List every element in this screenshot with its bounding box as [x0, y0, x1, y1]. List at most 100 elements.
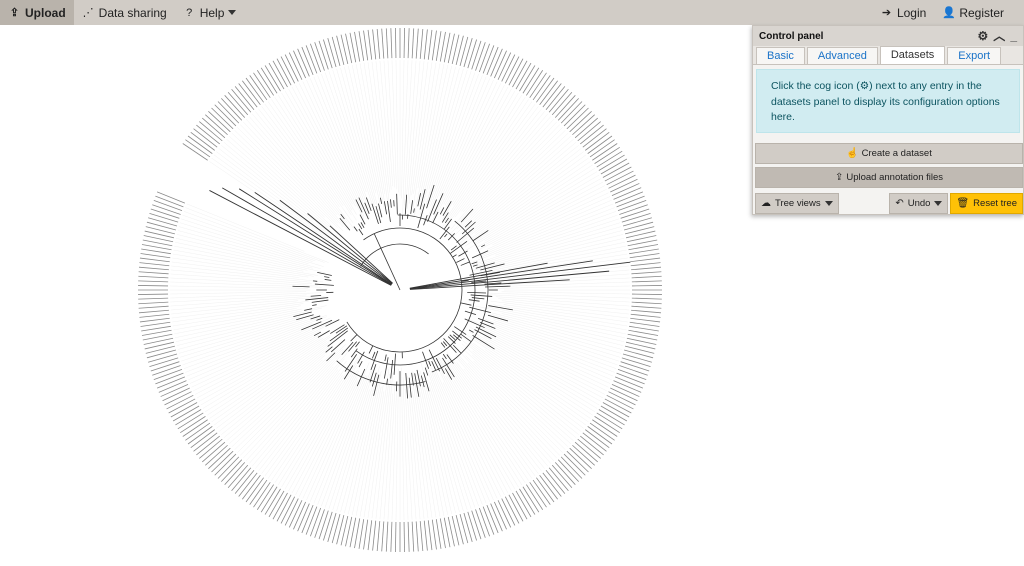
leaf-label-mark [214, 104, 237, 127]
leaf-label-mark [566, 107, 589, 130]
leaf-label-mark [532, 75, 551, 101]
leaf-label-mark [625, 226, 655, 235]
leaf-label-mark [532, 479, 551, 505]
leaf-label-mark [542, 83, 562, 108]
leaf-guide-line [444, 86, 509, 206]
leaf-label-mark [563, 453, 586, 476]
leaf-guide-line [469, 331, 598, 409]
leaf-label-mark [336, 515, 345, 545]
leaf-label-mark [217, 456, 240, 479]
leaf-guide-line [170, 291, 307, 295]
tree-branch [404, 194, 408, 215]
leaf-label-mark [631, 275, 662, 279]
nav-help-label: Help [199, 5, 225, 20]
share-icon: ⋰ [82, 7, 94, 19]
tab-export[interactable]: Export [947, 47, 1002, 64]
leaf-guide-line [484, 174, 600, 242]
tree-branch [353, 226, 358, 232]
control-panel-tabs: Basic Advanced Datasets Export [753, 46, 1023, 65]
tree-branch [410, 200, 414, 214]
leaf-label-mark [463, 38, 473, 68]
gear-icon[interactable]: ⚙ [978, 30, 989, 42]
leaf-label-mark [214, 453, 237, 476]
tree-branch [369, 364, 377, 383]
long-branch [254, 192, 392, 285]
leaf-label-mark [631, 280, 662, 283]
tree-branch [452, 344, 462, 354]
create-dataset-button[interactable]: ☝ Create a dataset [755, 143, 1023, 164]
leaf-guide-line [412, 382, 433, 518]
tree-views-button[interactable]: ☁ Tree views [755, 193, 839, 214]
leaf-label-mark [551, 92, 573, 116]
tree-branch [460, 333, 472, 342]
leaf-guide-line [371, 61, 391, 208]
tree-branch [485, 285, 511, 288]
leaf-label-mark [614, 191, 644, 204]
leaf-label-mark [145, 345, 175, 354]
leaf-label-mark [327, 38, 337, 68]
control-panel-header[interactable]: Control panel ⚙ ︿ _ [753, 26, 1023, 46]
leaf-label-mark [623, 221, 654, 231]
leaf-label-mark [152, 204, 181, 215]
tree-branch [310, 315, 321, 320]
leaf-guide-line [291, 86, 356, 207]
leaf-label-mark [467, 511, 477, 541]
undo-button[interactable]: ↶ Undo [889, 193, 949, 214]
leaf-label-mark [314, 42, 325, 71]
leaf-label-mark [141, 244, 172, 251]
leaf-label-mark [569, 111, 592, 133]
leaf-guide-line [183, 211, 325, 263]
leaf-label-mark [148, 353, 178, 363]
leaf-label-mark [427, 520, 433, 551]
leaf-guide-line [462, 332, 591, 419]
upload-annotation-files-button[interactable]: ⇪ Upload annotation files [755, 167, 1023, 188]
tree-branch [313, 331, 322, 337]
leaf-label-mark [617, 368, 647, 380]
leaf-label-mark [376, 28, 381, 59]
reset-tree-button[interactable]: 🗑 Reset tree [950, 193, 1023, 214]
tree-branch [467, 291, 487, 294]
nav-register[interactable]: 👤 Register [934, 0, 1012, 25]
leaf-label-mark [620, 361, 650, 372]
leaf-guide-line [216, 151, 318, 228]
leaf-label-mark [381, 521, 385, 552]
trash-icon: 🗑 [956, 198, 970, 209]
leaf-guide-line [172, 305, 301, 327]
tab-basic[interactable]: Basic [756, 47, 805, 64]
tree-branch [471, 297, 485, 300]
leaf-guide-line [198, 334, 320, 402]
tab-advanced[interactable]: Advanced [806, 47, 878, 64]
leaf-label-mark [463, 512, 473, 542]
tab-datasets[interactable]: Datasets [879, 46, 946, 64]
nav-data-sharing[interactable]: ⋰ Data sharing [74, 0, 175, 25]
login-icon: ➔ [881, 7, 892, 19]
leaf-label-mark [554, 95, 576, 118]
leaf-label-mark [548, 467, 569, 491]
nav-upload[interactable]: ⇪ Upload [0, 0, 74, 25]
leaf-label-mark [301, 504, 314, 534]
tree-branch [358, 360, 363, 368]
leaf-label-mark [631, 305, 662, 309]
leaf-guide-line [443, 362, 519, 488]
leaf-label-mark [224, 462, 246, 485]
leaf-label-mark [587, 426, 613, 445]
nav-login[interactable]: ➔ Login [872, 0, 934, 25]
tree-branch [371, 203, 379, 224]
leaf-label-mark [631, 266, 662, 271]
leaf-label-mark [431, 30, 437, 61]
leaf-guide-line [477, 222, 621, 267]
leaf-label-mark [630, 313, 661, 318]
leaf-guide-line [484, 332, 606, 395]
leaf-guide-line [193, 323, 331, 392]
leaf-label-mark [585, 429, 610, 448]
tree-branch [311, 299, 329, 303]
nav-help[interactable]: ? Help [175, 0, 245, 25]
leaf-guide-line [501, 291, 630, 295]
chevron-up-icon[interactable]: ︿ [993, 30, 1005, 42]
leaf-label-mark [196, 124, 220, 145]
leaf-label-mark [363, 519, 369, 550]
leaf-label-mark [435, 31, 442, 61]
tree-branch [472, 264, 478, 267]
minimize-icon[interactable]: _ [1010, 30, 1017, 42]
tree-branch [405, 372, 408, 399]
